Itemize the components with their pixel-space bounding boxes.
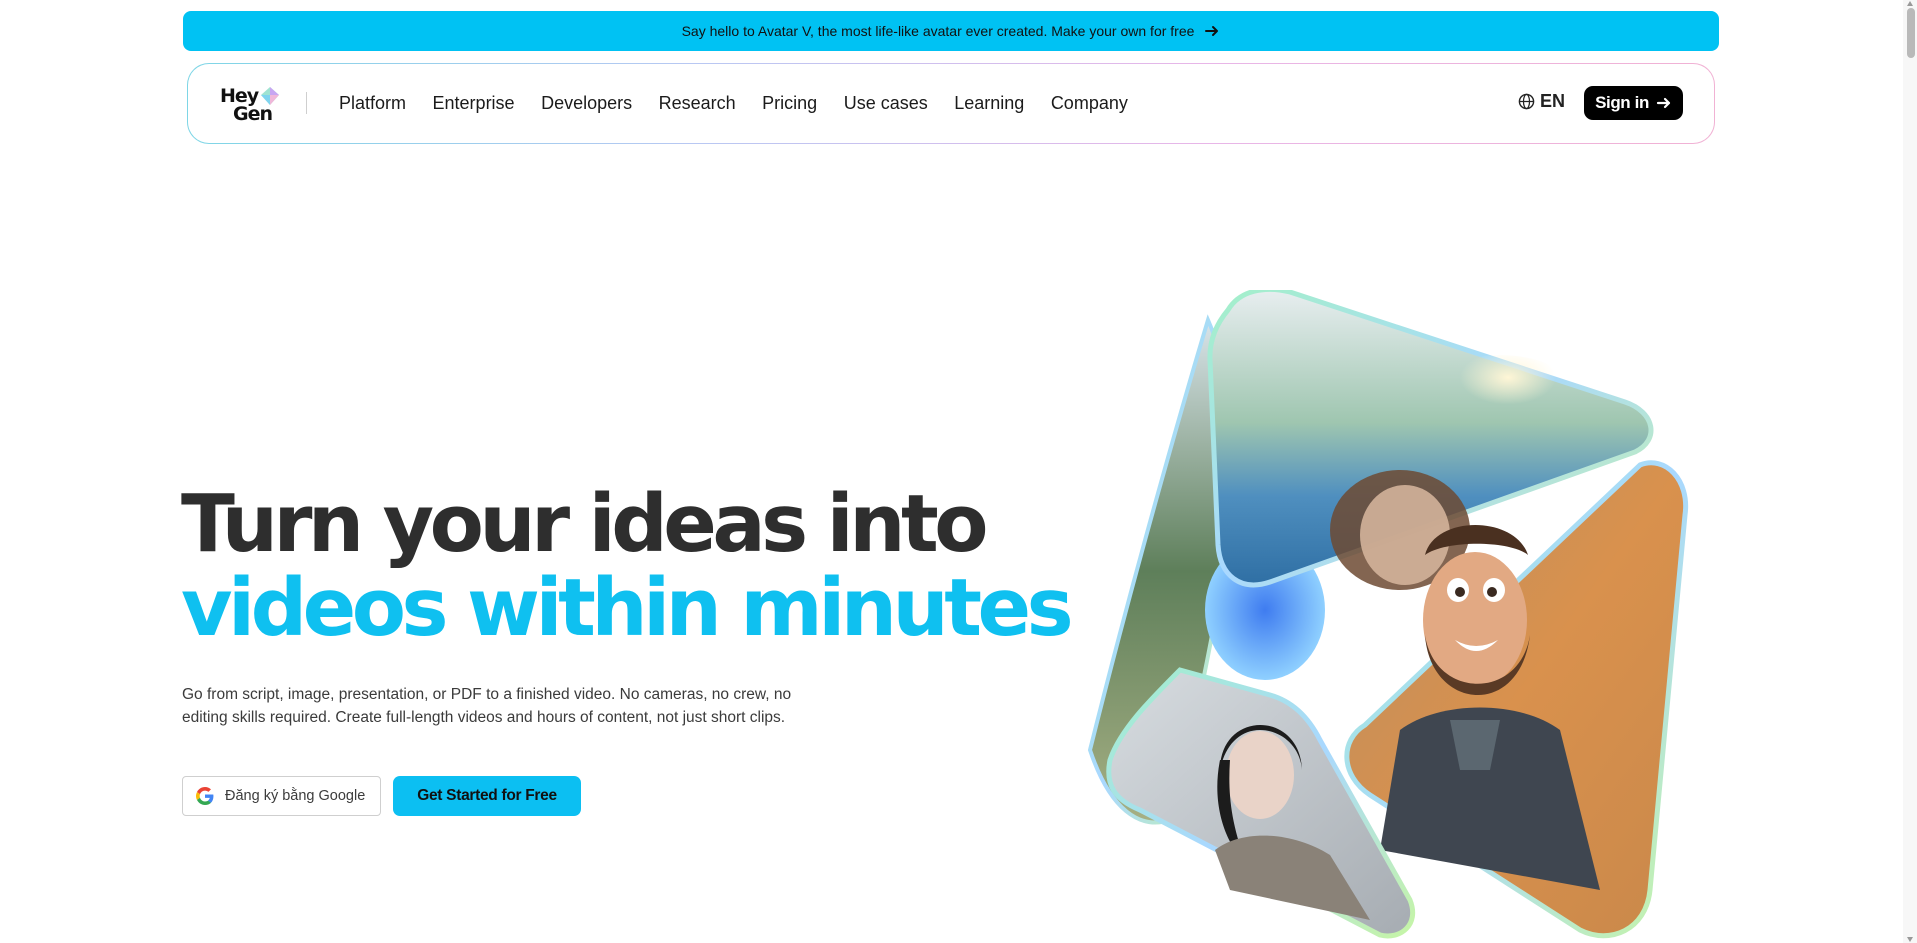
- nav-item-platform[interactable]: Platform: [339, 93, 406, 114]
- scroll-down-icon[interactable]: [1906, 935, 1914, 943]
- main-navigation: Hey Gen Platform Enterprise Developers R…: [187, 63, 1715, 144]
- language-label: EN: [1540, 91, 1566, 111]
- scrollbar-thumb[interactable]: [1907, 8, 1915, 58]
- nav-item-learning[interactable]: Learning: [954, 93, 1024, 114]
- nav-item-enterprise[interactable]: Enterprise: [433, 93, 515, 114]
- nav-item-developers[interactable]: Developers: [541, 93, 632, 114]
- nav-item-company[interactable]: Company: [1051, 93, 1128, 114]
- hero-title-line2: videos within minutes: [181, 562, 1074, 654]
- nav-menu: Platform Enterprise Developers Research …: [339, 64, 1154, 142]
- get-started-label: Get Started for Free: [417, 787, 557, 804]
- arrow-right-icon: [1656, 97, 1671, 109]
- globe-icon: [1518, 93, 1535, 110]
- hero-avatar-cube-image: [1087, 290, 1689, 939]
- page-scrollbar[interactable]: [1903, 0, 1917, 943]
- announcement-banner[interactable]: Say hello to Avatar V, the most life-lik…: [183, 11, 1719, 51]
- language-selector[interactable]: EN: [1518, 91, 1565, 112]
- nav-divider: [306, 92, 307, 114]
- nav-item-pricing[interactable]: Pricing: [762, 93, 817, 114]
- sign-in-button[interactable]: Sign in: [1584, 86, 1683, 120]
- nav-item-research[interactable]: Research: [659, 93, 736, 114]
- scroll-up-icon[interactable]: [1906, 0, 1914, 8]
- arrow-right-icon: [1204, 23, 1220, 39]
- get-started-button[interactable]: Get Started for Free: [393, 776, 581, 816]
- nav-item-use-cases[interactable]: Use cases: [844, 93, 928, 114]
- heygen-gem-icon: [261, 87, 279, 105]
- announcement-text: Say hello to Avatar V, the most life-lik…: [681, 23, 1195, 39]
- google-g-icon: [196, 787, 214, 805]
- hero-title-line1: Turn your ideas into: [181, 478, 989, 570]
- google-signup-label: Đăng ký bằng Google: [225, 788, 366, 804]
- hero-description: Go from script, image, presentation, or …: [182, 686, 792, 726]
- logo-text-line2: Gen: [233, 103, 273, 125]
- sign-in-label: Sign in: [1595, 93, 1649, 112]
- google-signup-button[interactable]: Đăng ký bằng Google: [182, 776, 381, 816]
- heygen-logo[interactable]: Hey Gen: [220, 84, 282, 124]
- hero-title: Turn your ideas into videos within minut…: [181, 482, 1081, 650]
